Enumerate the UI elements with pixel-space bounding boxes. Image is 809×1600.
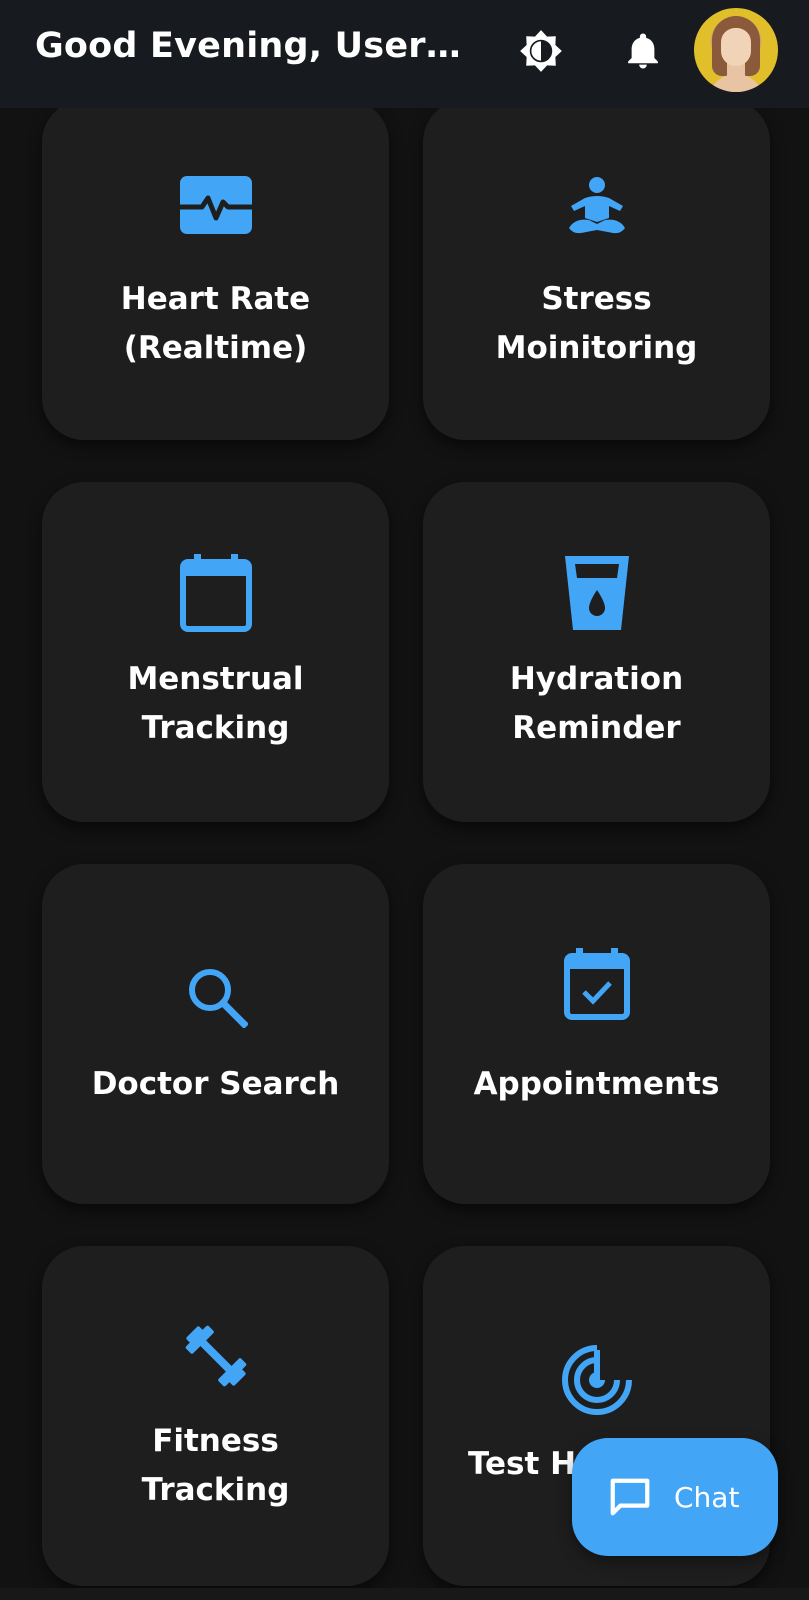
card-hydration-reminder[interactable]: Hydration Reminder xyxy=(423,482,770,822)
card-label-line-1: Heart Rate xyxy=(120,281,311,317)
card-label-line-1: Stress xyxy=(541,281,652,317)
water-glass-icon xyxy=(423,556,770,630)
card-stress-monitoring[interactable]: Stress Moinitoring xyxy=(423,108,770,440)
card-label: Doctor Search xyxy=(91,1066,340,1102)
brightness-icon xyxy=(520,30,562,72)
chat-icon xyxy=(610,1478,650,1516)
card-label-line-2: Tracking xyxy=(141,1472,290,1508)
card-label-line-1: Fitness xyxy=(152,1423,279,1459)
card-appointments[interactable]: Appointments xyxy=(423,864,770,1204)
app-bar: Good Evening, User_... xyxy=(0,0,809,108)
card-menstrual-tracking[interactable]: Menstrual Tracking xyxy=(42,482,389,822)
chat-button-label: Chat xyxy=(674,1480,740,1514)
theme-toggle-button[interactable] xyxy=(516,26,566,76)
card-label-line-2: Moinitoring xyxy=(495,330,698,366)
feature-grid: Heart Rate (Realtime) Stress Moinitoring… xyxy=(0,108,809,1600)
radar-icon xyxy=(423,1344,770,1416)
bottom-edge xyxy=(0,1588,809,1600)
bell-icon xyxy=(628,33,658,69)
card-fitness-tracking[interactable]: Fitness Tracking xyxy=(42,1246,389,1586)
card-label-line-2: Tracking xyxy=(141,710,290,746)
card-label-line-1: Hydration xyxy=(509,661,684,697)
heart-monitor-icon xyxy=(42,176,389,234)
dumbbell-icon xyxy=(42,1320,389,1392)
card-doctor-search[interactable]: Doctor Search xyxy=(42,864,389,1204)
calendar-icon xyxy=(42,554,389,632)
avatar-shoulders xyxy=(708,74,764,92)
calendar-check-icon xyxy=(423,948,770,1020)
card-label-line-2: Reminder xyxy=(512,710,681,746)
card-heart-rate[interactable]: Heart Rate (Realtime) xyxy=(42,108,389,440)
greeting-title: Good Evening, User_... xyxy=(35,26,475,66)
card-label-line-1: Menstrual xyxy=(127,661,304,697)
chat-button[interactable]: Chat xyxy=(572,1438,778,1556)
card-label-line-2: (Realtime) xyxy=(123,330,308,366)
meditation-icon xyxy=(423,176,770,236)
card-label: Appointments xyxy=(473,1066,720,1102)
avatar-face xyxy=(721,28,751,66)
search-icon xyxy=(42,964,389,1028)
notifications-button[interactable] xyxy=(618,26,668,76)
user-avatar[interactable] xyxy=(694,8,778,92)
